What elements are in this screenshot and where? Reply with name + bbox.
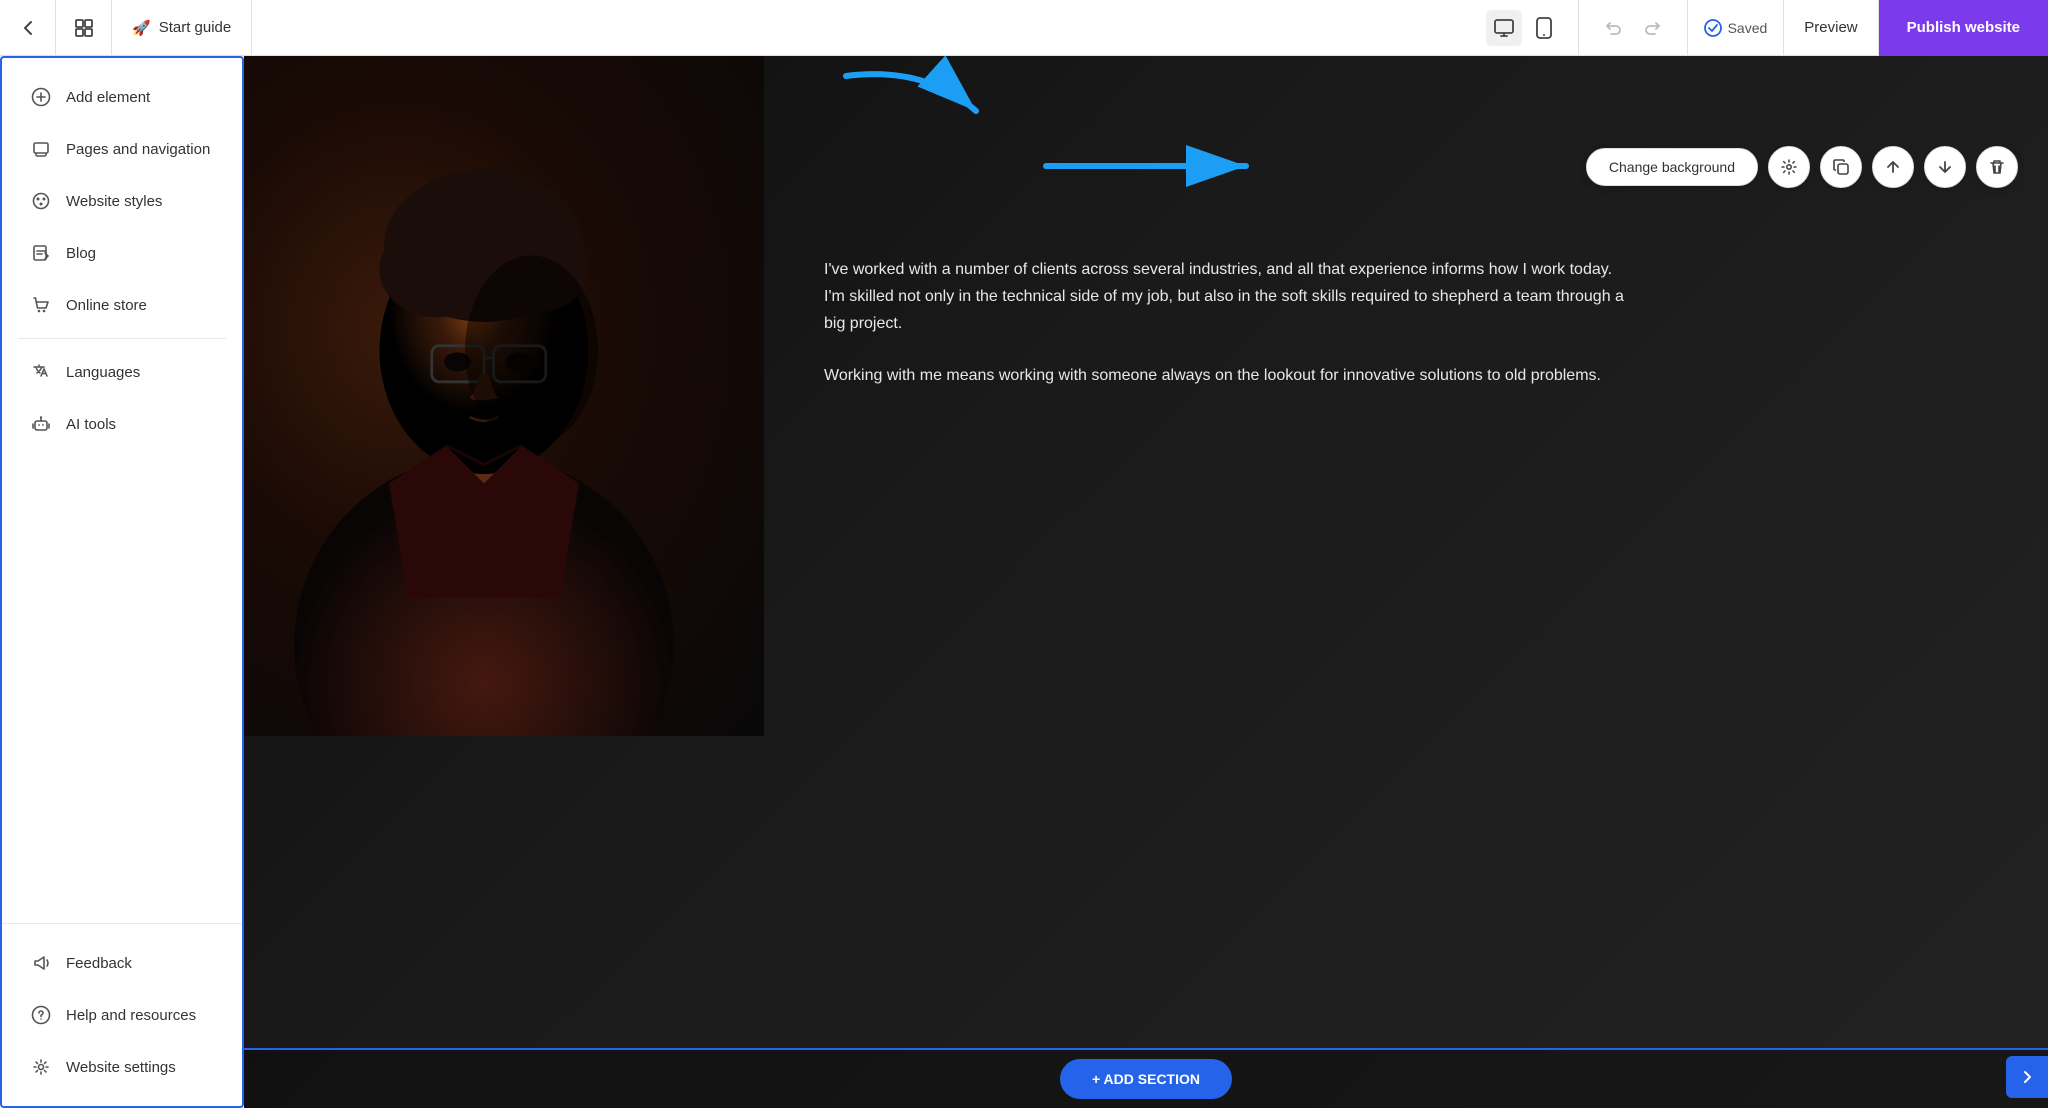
plus-circle-icon bbox=[30, 86, 52, 108]
sidebar-item-pages-navigation[interactable]: Pages and navigation bbox=[10, 124, 234, 174]
desktop-button[interactable] bbox=[1486, 10, 1522, 46]
saved-label: Saved bbox=[1728, 20, 1768, 36]
person-silhouette bbox=[294, 116, 674, 736]
redo-button[interactable] bbox=[1635, 10, 1671, 46]
paragraph-1: I've worked with a number of clients acr… bbox=[824, 256, 1624, 338]
topbar: 🚀 Start guide bbox=[0, 0, 2048, 56]
sidebar-item-feedback[interactable]: Feedback bbox=[10, 938, 234, 988]
section-toolbar: Change background bbox=[1586, 146, 2018, 188]
section-background: I've worked with a number of clients acr… bbox=[244, 56, 2048, 1108]
content-text-area: I've worked with a number of clients acr… bbox=[824, 256, 2048, 413]
sidebar-item-label: Add element bbox=[66, 89, 150, 106]
start-guide-label: Start guide bbox=[159, 19, 232, 36]
rocket-icon: 🚀 bbox=[132, 19, 151, 37]
section-settings-button[interactable] bbox=[1768, 146, 1810, 188]
gear-icon bbox=[30, 1056, 52, 1078]
saved-status: Saved bbox=[1688, 0, 1785, 56]
sidebar-item-website-settings[interactable]: Website settings bbox=[10, 1042, 234, 1092]
sidebar-item-add-element[interactable]: Add element bbox=[10, 72, 234, 122]
section-copy-button[interactable] bbox=[1820, 146, 1862, 188]
canvas: I've worked with a number of clients acr… bbox=[244, 56, 2048, 1108]
sidebar-item-label: AI tools bbox=[66, 416, 116, 433]
paragraph-2: Working with me means working with someo… bbox=[824, 362, 1624, 389]
sidebar-item-label: Languages bbox=[66, 364, 140, 381]
start-guide-button[interactable]: 🚀 Start guide bbox=[112, 0, 252, 56]
show-pages-button[interactable] bbox=[56, 0, 112, 56]
cart-icon bbox=[30, 294, 52, 316]
publish-button[interactable]: Publish website bbox=[1879, 0, 2048, 56]
sidebar-item-label: Blog bbox=[66, 245, 96, 262]
translate-icon bbox=[30, 361, 52, 383]
sidebar-item-label: Website settings bbox=[66, 1059, 176, 1076]
robot-icon bbox=[30, 413, 52, 435]
preview-button[interactable]: Preview bbox=[1784, 0, 1878, 56]
sidebar-bottom: Feedback Help and resources Website set bbox=[2, 923, 242, 1106]
change-background-button[interactable]: Change background bbox=[1586, 148, 1758, 186]
sidebar-item-label: Help and resources bbox=[66, 1007, 196, 1024]
sidebar-item-website-styles[interactable]: Website styles bbox=[10, 176, 234, 226]
add-section-bar: + ADD SECTION bbox=[244, 1048, 2048, 1108]
section-move-up-button[interactable] bbox=[1872, 146, 1914, 188]
edit-icon bbox=[30, 242, 52, 264]
undo-button[interactable] bbox=[1595, 10, 1631, 46]
sidebar-item-label: Pages and navigation bbox=[66, 141, 210, 158]
right-edge-scroll-button[interactable] bbox=[2006, 1056, 2048, 1098]
mobile-button[interactable] bbox=[1526, 10, 1562, 46]
palette-icon bbox=[30, 190, 52, 212]
portrait-image bbox=[244, 56, 764, 736]
back-button[interactable] bbox=[0, 0, 56, 56]
megaphone-icon bbox=[30, 952, 52, 974]
sidebar-item-label: Feedback bbox=[66, 955, 132, 972]
sidebar-item-label: Website styles bbox=[66, 193, 162, 210]
sidebar-item-languages[interactable]: Languages bbox=[10, 347, 234, 397]
layers-icon bbox=[30, 138, 52, 160]
history-controls bbox=[1579, 0, 1688, 56]
sidebar-item-ai-tools[interactable]: AI tools bbox=[10, 399, 234, 449]
sidebar-nav: Add element Pages and navigation bbox=[2, 58, 242, 923]
sidebar-divider bbox=[18, 338, 226, 339]
sidebar-item-help-resources[interactable]: Help and resources bbox=[10, 990, 234, 1040]
section-delete-button[interactable] bbox=[1976, 146, 2018, 188]
sidebar-item-label: Online store bbox=[66, 297, 147, 314]
sidebar-item-blog[interactable]: Blog bbox=[10, 228, 234, 278]
sidebar-item-online-store[interactable]: Online store bbox=[10, 280, 234, 330]
add-section-button[interactable]: + ADD SECTION bbox=[1060, 1059, 1232, 1099]
device-selector bbox=[1470, 0, 1579, 56]
sidebar: Add element Pages and navigation bbox=[0, 56, 244, 1108]
question-circle-icon bbox=[30, 1004, 52, 1026]
section-move-down-button[interactable] bbox=[1924, 146, 1966, 188]
